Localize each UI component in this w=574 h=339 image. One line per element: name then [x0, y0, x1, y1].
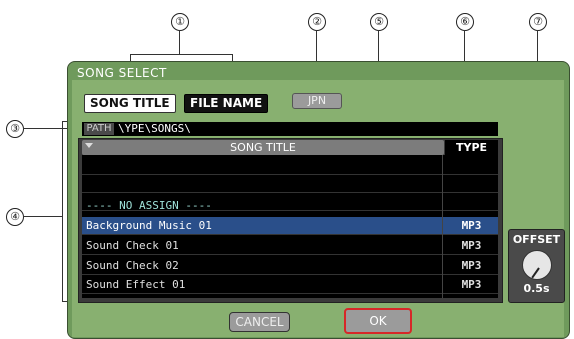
row-title: Sound Effect 01 [86, 278, 186, 291]
leader-line [130, 54, 233, 55]
callout-2: ② [308, 13, 326, 31]
path-label: PATH [84, 123, 114, 135]
callout-6: ⑥ [456, 13, 474, 31]
callout-5: ⑤ [370, 13, 388, 31]
callout-1: ① [171, 13, 189, 31]
offset-knob[interactable] [522, 250, 552, 280]
column-divider [442, 155, 443, 298]
callout-7: ⑦ [529, 13, 547, 31]
cancel-button[interactable]: CANCEL [229, 312, 290, 332]
tab-song-title[interactable]: SONG TITLE [84, 94, 176, 113]
leader-line [23, 216, 63, 217]
dialog-title: SONG SELECT [77, 66, 167, 80]
sort-arrow-icon [85, 143, 93, 148]
offset-value: 0.5s [523, 282, 550, 295]
row-type: MP3 [461, 259, 482, 272]
row-title: Sound Check 01 [86, 239, 179, 252]
offset-label: OFFSET [512, 233, 561, 246]
column-header-song-title[interactable]: SONG TITLE [82, 140, 444, 155]
ok-button[interactable]: OK [344, 308, 412, 334]
leader-line [62, 121, 63, 302]
row-title-no-assign: ---- NO ASSIGN ---- [86, 199, 212, 212]
jpn-button[interactable]: JPN [292, 93, 342, 109]
row-type: MP3 [461, 278, 482, 291]
row-title: Sound Check 02 [86, 259, 179, 272]
column-header-type[interactable]: TYPE [445, 140, 498, 155]
leader-line [179, 30, 180, 54]
tab-file-name[interactable]: FILE NAME [184, 94, 269, 113]
row-type: MP3 [461, 219, 482, 232]
path-value: \YPE\SONGS\ [118, 122, 191, 135]
callout-4: ④ [6, 208, 24, 226]
list-row[interactable] [82, 157, 498, 175]
row-title: Background Music 01 [86, 219, 212, 232]
row-type: MP3 [461, 239, 482, 252]
callout-3: ③ [6, 120, 24, 138]
list-row[interactable] [82, 175, 498, 193]
